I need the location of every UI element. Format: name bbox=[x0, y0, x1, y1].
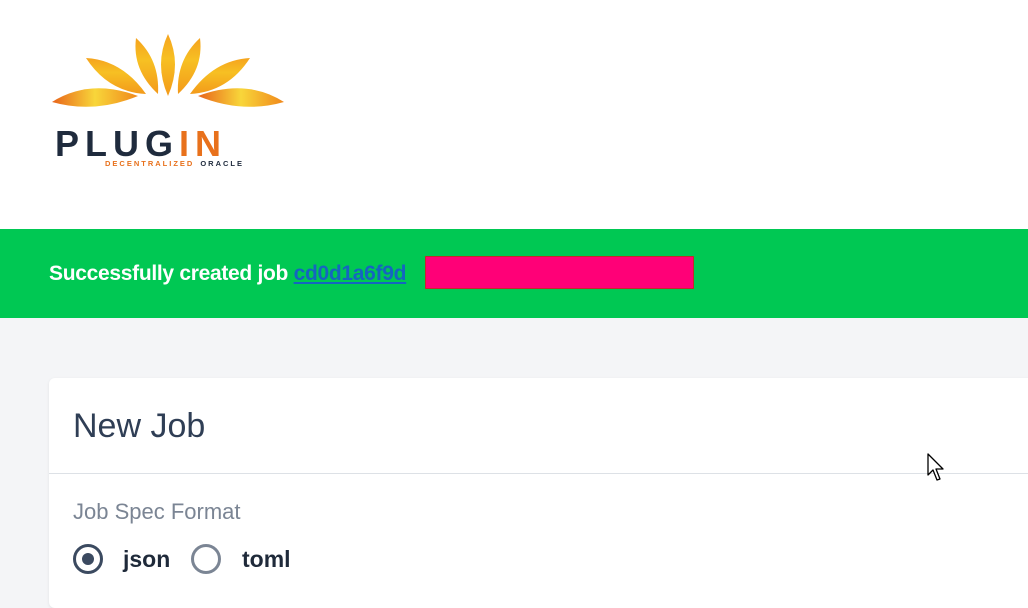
redaction-box bbox=[425, 256, 694, 289]
logo-word-dark: PLUG bbox=[55, 123, 179, 164]
job-id-link[interactable]: cd0d1a6f9d bbox=[294, 262, 407, 285]
json-radio-button[interactable] bbox=[73, 544, 103, 574]
success-message-text: Successfully created job bbox=[49, 262, 294, 285]
job-spec-format-label: Job Spec Format bbox=[73, 499, 241, 524]
svg-text:DECENTRALIZEDORACLE: DECENTRALIZED ORACLE bbox=[105, 159, 244, 168]
logo-tagline-dark: ORACLE bbox=[200, 159, 244, 168]
logo-word-accent: IN bbox=[179, 123, 227, 164]
svg-text:PLUGIN: PLUGIN bbox=[55, 123, 227, 164]
page-title: New Job bbox=[73, 407, 206, 445]
toml-radio-button[interactable] bbox=[191, 544, 221, 574]
toml-radio-label[interactable]: toml bbox=[242, 545, 291, 573]
json-radio-label[interactable]: json bbox=[123, 545, 170, 573]
plugin-logo: PLUGIN DECENTRALIZED ORACLE bbox=[52, 34, 284, 168]
success-message: Successfully created job cd0d1a6f9d bbox=[49, 260, 406, 288]
mouse-pointer-icon bbox=[927, 453, 944, 481]
new-job-card: New Job Job Spec Format json toml bbox=[49, 378, 1028, 608]
header: PLUGIN DECENTRALIZED ORACLE bbox=[0, 0, 1028, 229]
logo-tagline-accent: DECENTRALIZED bbox=[105, 159, 194, 168]
card-divider bbox=[49, 473, 1028, 474]
